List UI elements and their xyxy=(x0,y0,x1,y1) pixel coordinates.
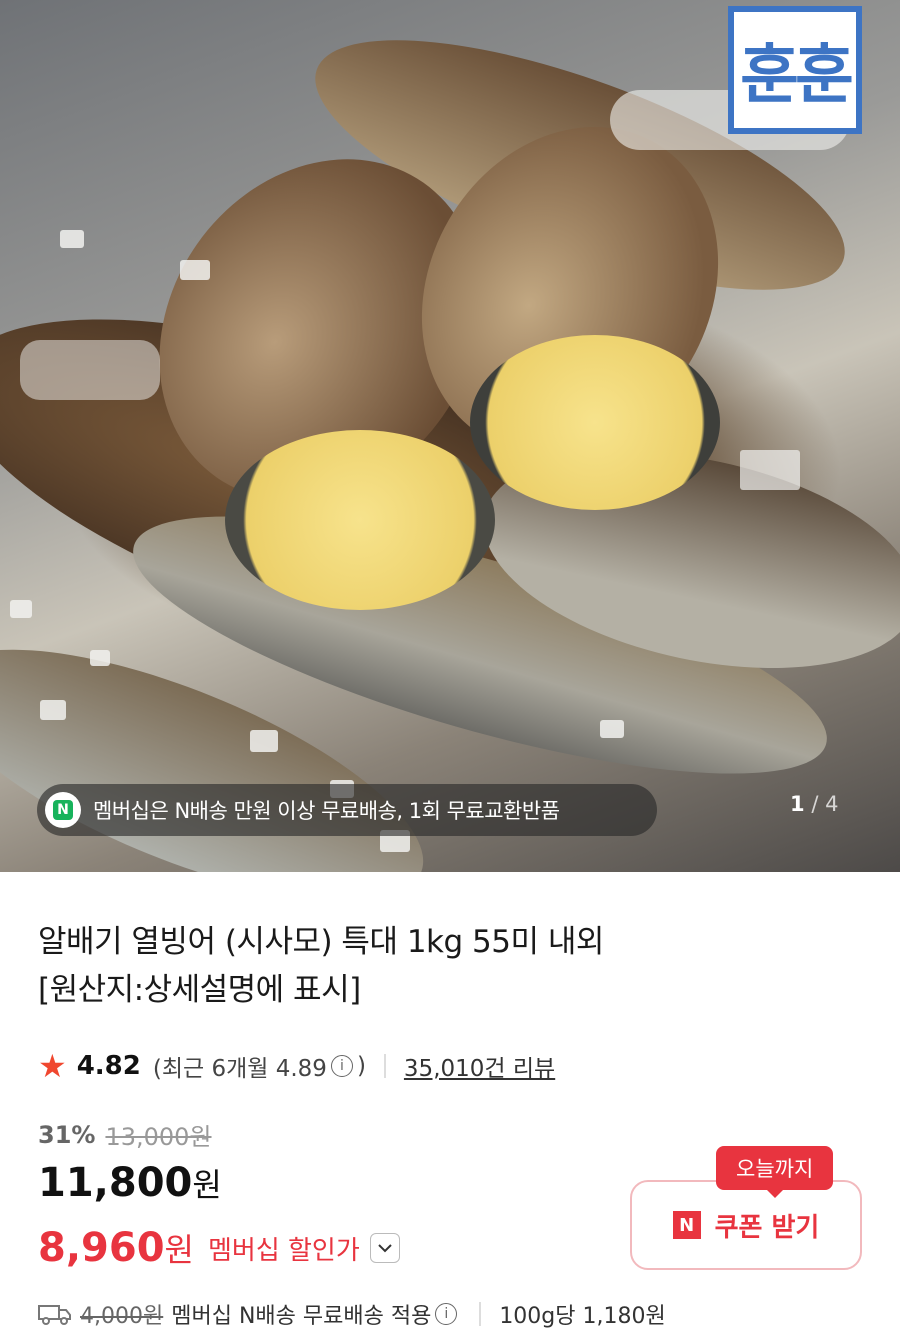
brand-logo: 훈훈 xyxy=(728,6,862,134)
salt-flake xyxy=(60,230,84,248)
sale-price: 11,800원 xyxy=(38,1160,222,1206)
member-price: 8,960원 xyxy=(38,1225,194,1271)
naver-n-icon: N xyxy=(672,1211,701,1239)
brand-logo-text: 훈훈 xyxy=(740,39,854,113)
product-title-line1: 알배기 열빙어 (시사모) 특대 1kg 55미 내외 xyxy=(38,924,604,960)
salt-flake xyxy=(10,600,32,618)
recent-rating: (최근 6개월 4.89 i ) xyxy=(153,1049,366,1083)
member-price-row: 8,960원 멤버십 할인가 xyxy=(38,1225,400,1271)
divider xyxy=(479,1302,482,1326)
info-icon[interactable]: i xyxy=(435,1303,458,1325)
membership-banner-text: 멤버십은 N배송 만원 이상 무료배송, 1회 무료교환반품 xyxy=(93,799,560,823)
member-price-label: 멤버십 할인가 xyxy=(207,1235,360,1266)
coupon-deadline-tag: 오늘까지 xyxy=(716,1146,834,1198)
pager-total: 4 xyxy=(825,792,839,816)
shipping-row: 4,000원 멤버십 N배송 무료배송 적용 i 100g당 1,180원 xyxy=(38,1296,666,1332)
rating-value: 4.82 xyxy=(76,1051,141,1081)
original-shipping-fee: 4,000원 xyxy=(80,1304,164,1329)
product-image[interactable]: 훈훈 N 멤버십은 N배송 만원 이상 무료배송, 1회 무료교환반품 1 / … xyxy=(0,0,900,872)
salt-flake xyxy=(180,260,210,280)
salt-flake xyxy=(250,730,278,752)
rating-row: ★ 4.82 (최근 6개월 4.89 i ) 35,010건 리뷰 xyxy=(38,1046,555,1086)
sale-price-unit: 원 xyxy=(192,1166,222,1204)
chevron-down-icon[interactable] xyxy=(369,1233,400,1263)
recent-rating-text: (최근 6개월 4.89 xyxy=(152,1056,327,1082)
membership-banner[interactable]: N 멤버십은 N배송 만원 이상 무료배송, 1회 무료교환반품 xyxy=(37,784,657,836)
truck-icon xyxy=(38,1305,71,1325)
product-title: 알배기 열빙어 (시사모) 특대 1kg 55미 내외 [원산지:상세설명에 표… xyxy=(38,918,858,1014)
pager-separator: / xyxy=(811,792,819,816)
salt-flake xyxy=(740,450,800,490)
pager-current: 1 xyxy=(790,792,805,816)
naver-delivery-icon: N xyxy=(45,792,81,828)
product-title-line2: [원산지:상세설명에 표시] xyxy=(38,972,361,1008)
info-icon[interactable]: i xyxy=(330,1055,353,1077)
salt-flake xyxy=(600,720,624,738)
member-price-number: 8,960 xyxy=(38,1225,165,1271)
discount-rate: 31% xyxy=(38,1120,96,1149)
original-price: 13,000원 xyxy=(105,1123,212,1151)
recent-rating-close: ) xyxy=(356,1053,366,1079)
divider xyxy=(383,1054,386,1078)
roe-shape xyxy=(470,335,720,510)
unit-price: 100g당 1,180원 xyxy=(499,1304,666,1329)
discount-row: 31% 13,000원 xyxy=(38,1117,212,1152)
get-coupon-label: 쿠폰 받기 xyxy=(714,1212,820,1243)
image-pager: 1 / 4 xyxy=(790,792,838,816)
salt-flake xyxy=(40,700,66,720)
get-coupon-button[interactable]: N 쿠폰 받기 xyxy=(630,1180,862,1270)
roe-shape xyxy=(225,430,495,610)
sale-price-number: 11,800 xyxy=(38,1160,193,1206)
shipping-note: 멤버십 N배송 무료배송 적용 xyxy=(171,1304,432,1329)
salt-flake xyxy=(20,340,160,400)
member-price-unit: 원 xyxy=(164,1231,194,1269)
salt-flake xyxy=(90,650,110,666)
review-count-link[interactable]: 35,010건 리뷰 xyxy=(404,1049,555,1083)
star-icon: ★ xyxy=(38,1047,67,1085)
